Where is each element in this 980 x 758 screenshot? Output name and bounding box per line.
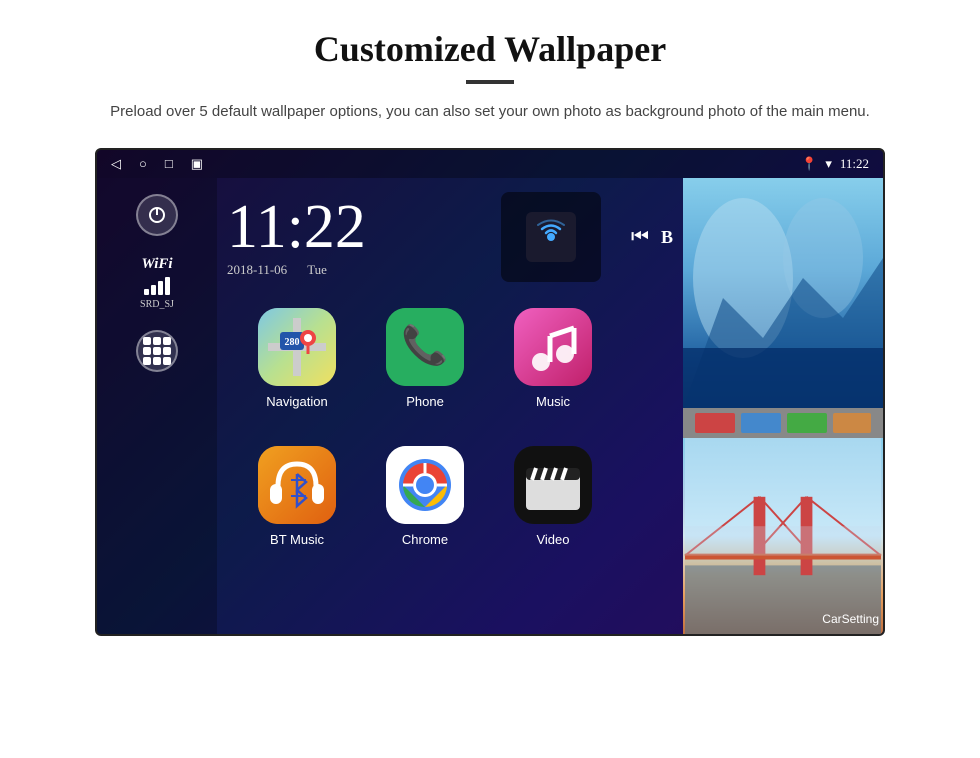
app-video[interactable]: Video [493, 438, 613, 568]
page-title: Customized Wallpaper [314, 28, 666, 70]
page-subtitle: Preload over 5 default wallpaper options… [110, 100, 870, 124]
wifi-status-icon: ▾ [825, 156, 832, 172]
wifi-block: WiFi SRD_SJ [140, 256, 174, 310]
back-icon[interactable]: ◁ [111, 156, 121, 172]
wallpaper-bottom: CarSetting [683, 438, 883, 634]
wifi-bars [140, 277, 174, 295]
carsetting-label: CarSetting [822, 612, 879, 626]
chrome-icon [386, 446, 464, 524]
app-music[interactable]: Music [493, 300, 613, 430]
media-widget[interactable] [501, 192, 601, 282]
wifi-network-name: SRD_SJ [140, 299, 174, 310]
svg-text:280: 280 [285, 337, 300, 348]
android-screen: ◁ ○ □ ▣ 📍 ▾ 11:22 W [95, 148, 885, 636]
btmusic-icon [258, 446, 336, 524]
page-wrapper: Customized Wallpaper Preload over 5 defa… [0, 0, 980, 758]
video-label: Video [536, 532, 569, 547]
wallpaper-top [683, 178, 883, 408]
main-area: WiFi SRD_SJ [97, 178, 883, 634]
app-btmusic[interactable]: BT Music [237, 438, 357, 568]
navigation-icon: 280 [258, 308, 336, 386]
svg-text:📞: 📞 [401, 321, 449, 367]
power-button[interactable] [136, 194, 178, 236]
chrome-label: Chrome [402, 532, 448, 547]
status-bar: ◁ ○ □ ▣ 📍 ▾ 11:22 [97, 150, 883, 178]
clock-date-row: 2018-11-06 Tue [227, 262, 481, 278]
wifi-bar-3 [158, 281, 163, 295]
clock-date: 2018-11-06 [227, 262, 287, 278]
wifi-bar-1 [144, 289, 149, 295]
home-icon[interactable]: ○ [139, 156, 147, 172]
app-navigation[interactable]: 280 Navigation [237, 300, 357, 430]
clock-area: 11:22 2018-11-06 Tue [227, 178, 673, 292]
music-label: Music [536, 394, 570, 409]
app-grid: 280 Navigation [227, 292, 673, 634]
wifi-bar-4 [165, 277, 170, 295]
apps-button[interactable] [136, 330, 178, 372]
wifi-label: WiFi [140, 256, 174, 273]
left-sidebar: WiFi SRD_SJ [97, 178, 217, 634]
carsetting-text: CarSetting [822, 612, 879, 626]
app-chrome[interactable]: Chrome [365, 438, 485, 568]
clock-day: Tue [307, 262, 327, 278]
clock-time: 11:22 [227, 196, 481, 258]
ice-pattern [683, 178, 883, 408]
center-content: 11:22 2018-11-06 Tue [217, 178, 683, 634]
music-icon [514, 308, 592, 386]
btmusic-label: BT Music [270, 532, 324, 547]
screenshot-icon[interactable]: ▣ [191, 156, 203, 172]
right-wallpapers: CarSetting [683, 178, 883, 634]
status-right: 📍 ▾ 11:22 [801, 156, 869, 172]
track-label: B [661, 227, 673, 248]
media-controls: ⏮ B [621, 226, 673, 249]
status-time: 11:22 [840, 156, 869, 172]
video-icon [514, 446, 592, 524]
clock-block: 11:22 2018-11-06 Tue [227, 196, 481, 278]
wifi-bar-2 [151, 285, 156, 295]
navigation-label: Navigation [266, 394, 327, 409]
prev-track-icon[interactable]: ⏮ [631, 226, 649, 249]
app-phone[interactable]: 📞 Phone [365, 300, 485, 430]
wallpaper-middle [683, 408, 883, 438]
title-divider [466, 80, 514, 84]
phone-icon: 📞 [386, 308, 464, 386]
nav-icons: ◁ ○ □ ▣ [111, 156, 203, 172]
recent-icon[interactable]: □ [165, 156, 173, 172]
apps-grid-icon [143, 337, 171, 365]
phone-label: Phone [406, 394, 444, 409]
location-icon: 📍 [801, 156, 817, 172]
